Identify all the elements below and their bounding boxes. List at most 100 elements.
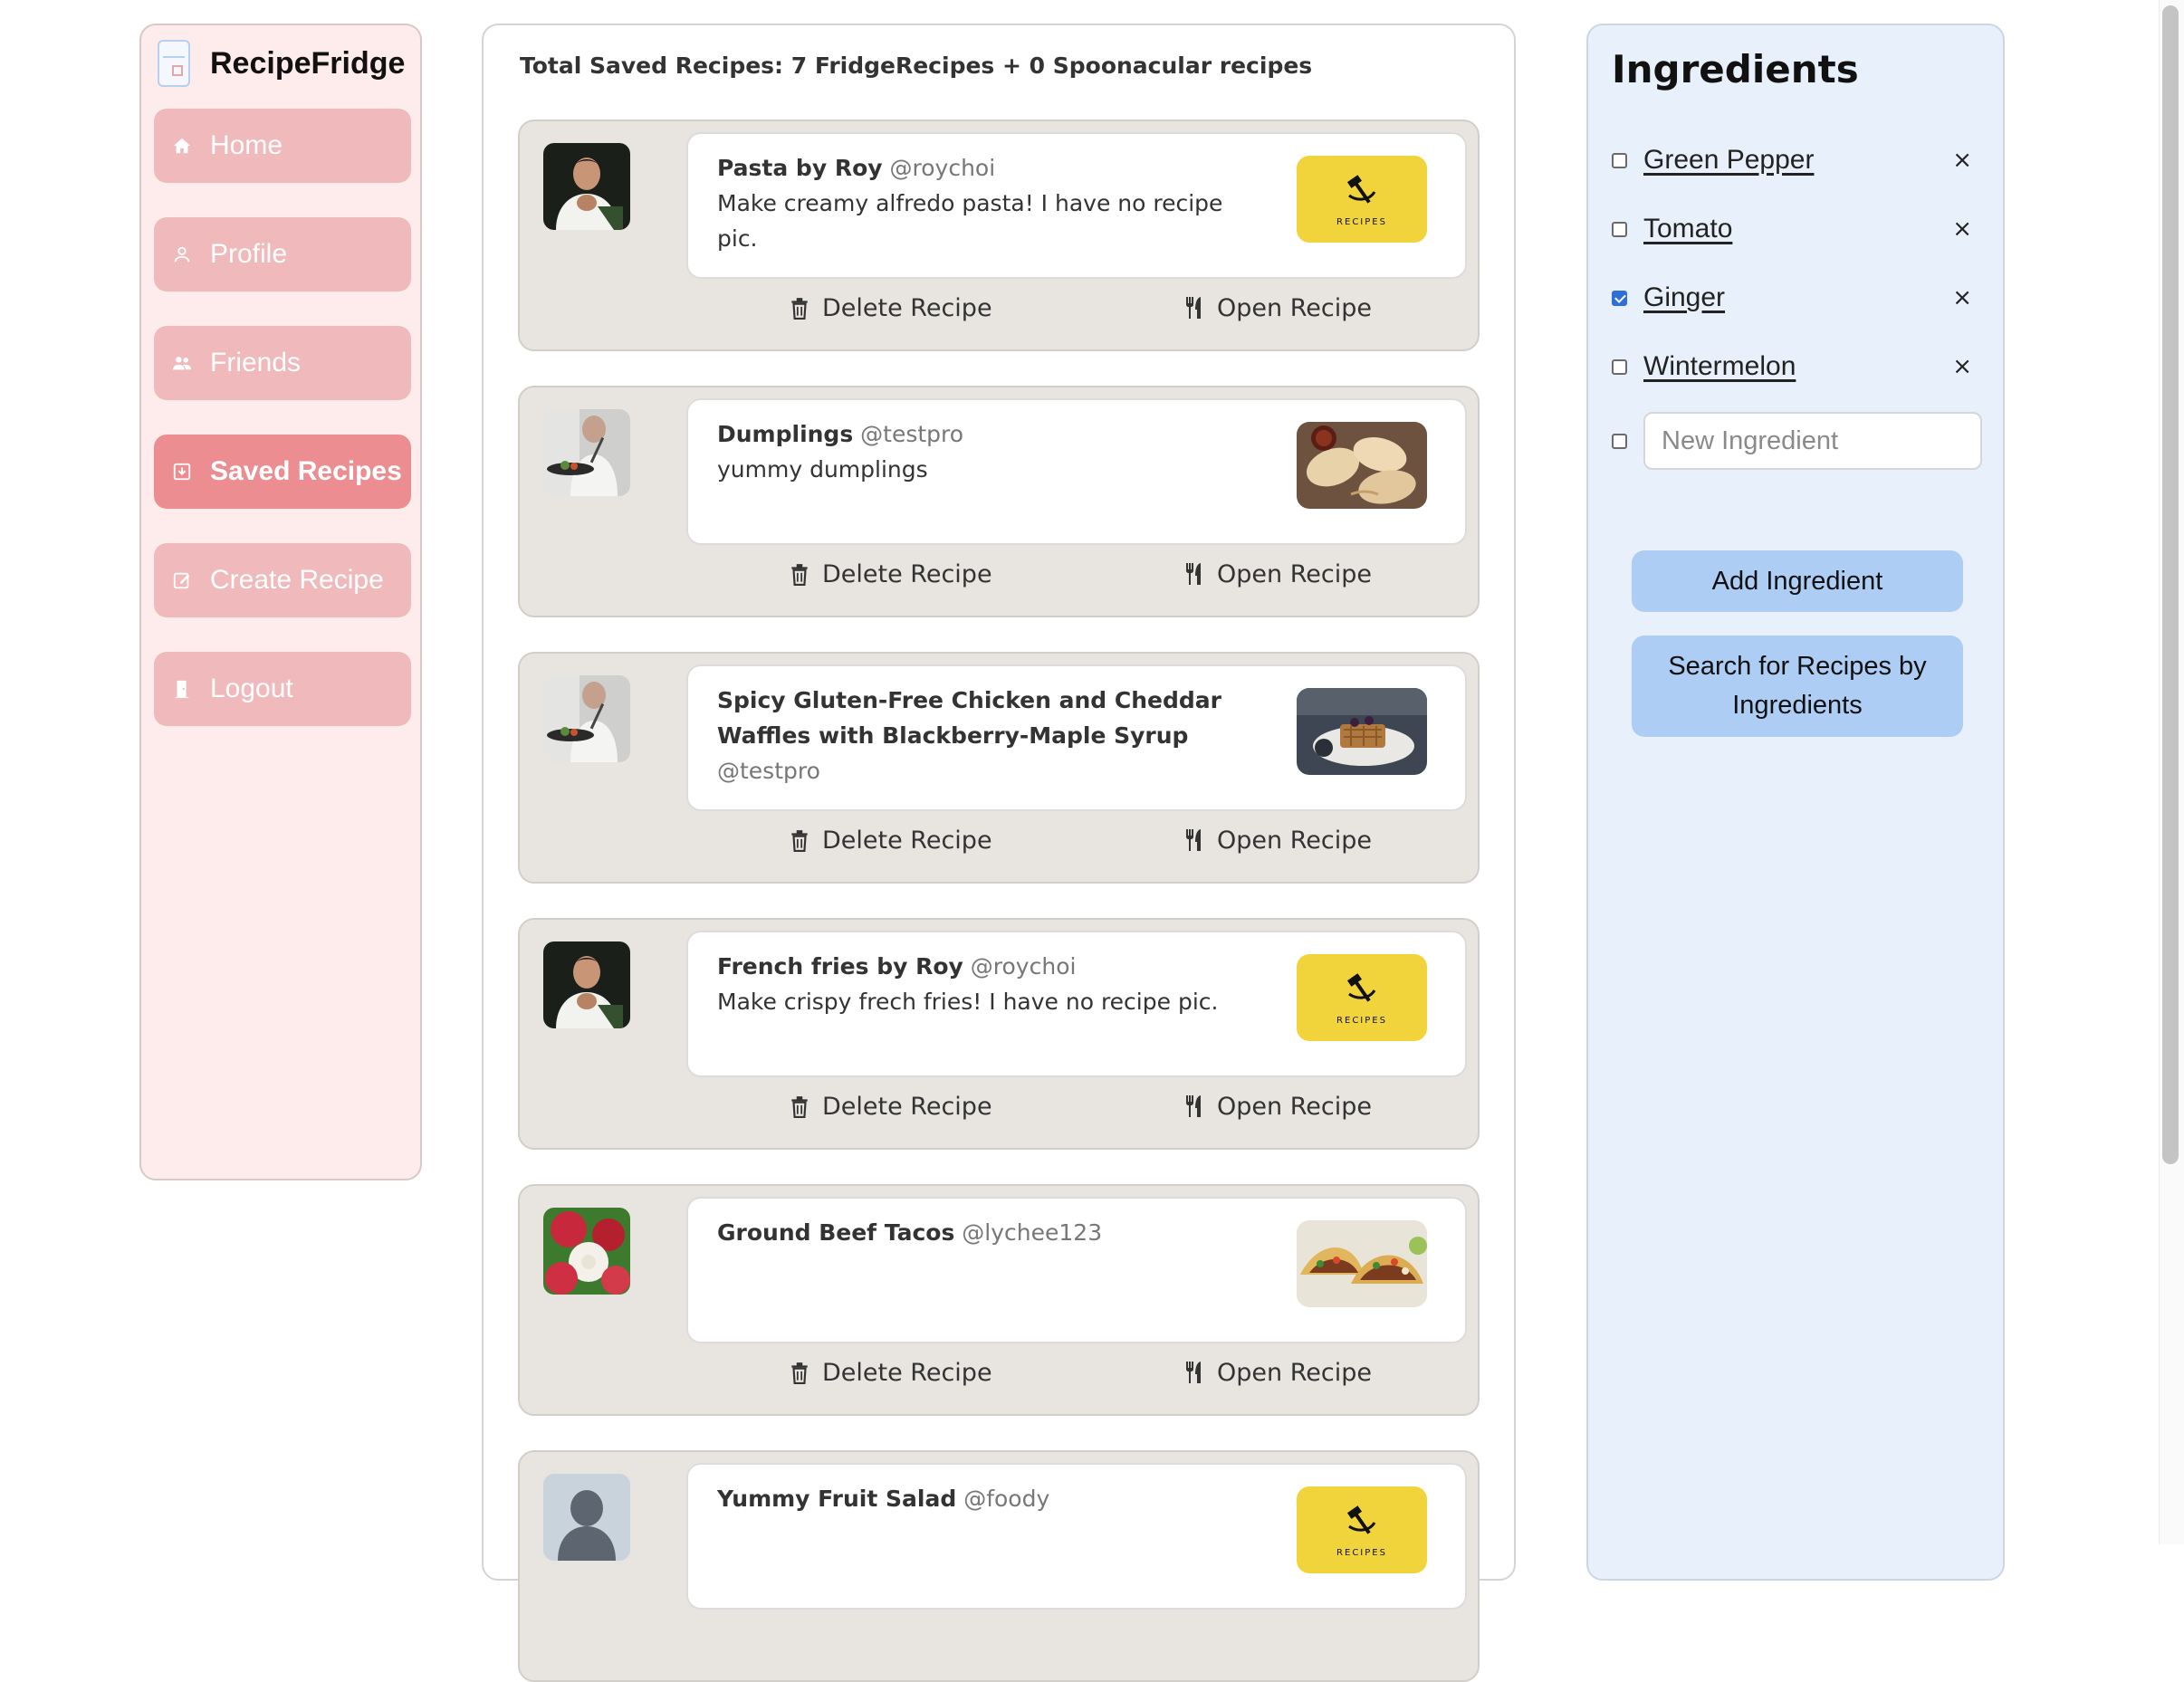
ingredients-title: Ingredients [1612, 47, 1859, 91]
recipes-logo-thumb[interactable]: RECIPES [1297, 156, 1427, 243]
sidebar-item-label: Saved Recipes [210, 456, 402, 486]
recipe-post[interactable]: Pasta by Roy @roychoi Make creamy alfred… [686, 132, 1467, 279]
open-recipe-button[interactable]: Open Recipe [1184, 1086, 1372, 1126]
recipes-logo-thumb[interactable]: RECIPES [1297, 1486, 1427, 1573]
open-recipe-button[interactable]: Open Recipe [1184, 288, 1372, 328]
delete-recipe-button[interactable]: Delete Recipe [790, 554, 992, 594]
sidebar-item-label: Home [210, 130, 283, 160]
delete-recipe-label: Delete Recipe [822, 559, 992, 588]
recipe-card: French fries by Roy @roychoi Make crispy… [518, 918, 1480, 1150]
remove-ingredient-icon[interactable]: × [1952, 147, 1972, 174]
open-recipe-button[interactable]: Open Recipe [1184, 1352, 1372, 1392]
recipe-post[interactable]: Spicy Gluten-Free Chicken and Cheddar Wa… [686, 664, 1467, 811]
sidebar-item-label: Logout [210, 674, 293, 703]
recipe-username[interactable]: @testpro [717, 758, 820, 784]
delete-recipe-button[interactable]: Delete Recipe [790, 1352, 992, 1392]
waffles-photo[interactable] [1297, 688, 1427, 775]
trash-icon [791, 298, 808, 320]
recipe-title[interactable]: Pasta by Roy [717, 155, 883, 181]
home-icon [170, 134, 194, 158]
open-recipe-button[interactable]: Open Recipe [1184, 820, 1372, 860]
recipe-username[interactable]: @testpro [860, 421, 963, 447]
recipe-title[interactable]: Dumplings [717, 421, 853, 447]
delete-recipe-button[interactable]: Delete Recipe [790, 288, 992, 328]
new-ingredient-checkbox[interactable] [1612, 433, 1627, 449]
sidebar: RecipeFridge Home Profile Friends Saved … [139, 24, 422, 1180]
delete-recipe-label: Delete Recipe [822, 826, 992, 855]
tacos-photo[interactable] [1297, 1220, 1427, 1307]
chef-roy-avatar[interactable] [543, 143, 630, 230]
remove-ingredient-icon[interactable]: × [1952, 215, 1972, 243]
ingredient-checkbox[interactable] [1612, 221, 1627, 237]
sidebar-item-create-recipe[interactable]: Create Recipe [154, 543, 411, 617]
recipe-title[interactable]: Ground Beef Tacos [717, 1219, 954, 1246]
page-scrollbar-thumb[interactable] [2162, 5, 2179, 1164]
sidebar-item-saved-recipes[interactable]: Saved Recipes [154, 435, 411, 509]
recipes-logo-thumb[interactable]: RECIPES [1297, 954, 1427, 1041]
ingredient-name[interactable]: Ginger [1643, 282, 1725, 313]
recipe-card: Pasta by Roy @roychoi Make creamy alfred… [518, 119, 1480, 351]
svg-text:RECIPES: RECIPES [1336, 1016, 1387, 1026]
sidebar-item-home[interactable]: Home [154, 109, 411, 183]
recipe-post[interactable]: French fries by Roy @roychoi Make crispy… [686, 931, 1467, 1077]
open-recipe-button[interactable]: Open Recipe [1184, 554, 1372, 594]
trash-icon [791, 1362, 808, 1384]
sidebar-item-label: Friends [210, 348, 302, 377]
saved-icon [170, 460, 194, 483]
recipe-post[interactable]: Ground Beef Tacos @lychee123 [686, 1197, 1467, 1343]
new-ingredient-input[interactable] [1643, 412, 1982, 470]
delete-recipe-button[interactable]: Delete Recipe [790, 1086, 992, 1126]
edit-icon [170, 569, 194, 592]
remove-ingredient-icon[interactable]: × [1952, 353, 1972, 380]
chef-cooking-avatar[interactable] [543, 409, 630, 496]
recipe-username[interactable]: @roychoi [890, 155, 996, 181]
ingredient-checkbox[interactable] [1612, 152, 1627, 168]
recipe-username[interactable]: @lychee123 [962, 1219, 1102, 1246]
open-recipe-label: Open Recipe [1217, 826, 1372, 855]
ingredient-name[interactable]: Wintermelon [1643, 351, 1796, 382]
app-name: RecipeFridge [210, 45, 406, 81]
ingredient-checkbox[interactable] [1612, 290, 1627, 306]
search-recipes-button[interactable]: Search for Recipes by Ingredients [1632, 636, 1963, 737]
ingredient-row: Wintermelon × [1612, 344, 1983, 389]
sidebar-item-logout[interactable]: Logout [154, 652, 411, 726]
recipe-title[interactable]: French fries by Roy [717, 953, 963, 980]
recipe-post[interactable]: Yummy Fruit Salad @foody RECIPES [686, 1463, 1467, 1610]
lychee-avatar[interactable] [543, 1208, 630, 1295]
recipe-description: yummy dumplings [717, 456, 928, 483]
ingredient-name[interactable]: Tomato [1643, 214, 1732, 244]
brand[interactable]: RecipeFridge [158, 38, 405, 89]
recipe-title[interactable]: Spicy Gluten-Free Chicken and Cheddar Wa… [717, 687, 1221, 749]
trash-icon [791, 830, 808, 852]
delete-recipe-label: Delete Recipe [822, 1358, 992, 1387]
chef-cooking-avatar[interactable] [543, 675, 630, 762]
ingredient-name[interactable]: Green Pepper [1643, 145, 1814, 176]
recipe-post[interactable]: Dumplings @testpro yummy dumplings [686, 398, 1467, 545]
total-saved-recipes: Total Saved Recipes: 7 FridgeRecipes + 0… [520, 53, 1313, 79]
saved-recipes-feed: Total Saved Recipes: 7 FridgeRecipes + 0… [482, 24, 1516, 1682]
recipe-username[interactable]: @foody [963, 1486, 1049, 1512]
user-icon [170, 243, 194, 266]
open-recipe-label: Open Recipe [1217, 1358, 1372, 1387]
add-ingredient-button[interactable]: Add Ingredient [1632, 550, 1963, 612]
recipe-description: Make creamy alfredo pasta! I have no rec… [717, 190, 1223, 252]
ingredient-row: Ginger × [1612, 275, 1983, 320]
remove-ingredient-icon[interactable]: × [1952, 284, 1972, 311]
open-recipe-label: Open Recipe [1217, 293, 1372, 322]
delete-recipe-button[interactable]: Delete Recipe [790, 820, 992, 860]
svg-text:RECIPES: RECIPES [1336, 217, 1387, 227]
recipe-username[interactable]: @roychoi [971, 953, 1077, 980]
sidebar-item-friends[interactable]: Friends [154, 326, 411, 400]
recipe-description: Make crispy frech fries! I have no recip… [717, 989, 1219, 1015]
open-recipe-label: Open Recipe [1217, 559, 1372, 588]
new-ingredient-row [1612, 411, 1983, 471]
ingredient-checkbox[interactable] [1612, 358, 1627, 375]
logout-icon [170, 677, 194, 701]
default-person-avatar[interactable] [543, 1474, 630, 1561]
chef-roy-avatar[interactable] [543, 941, 630, 1028]
dumplings-photo[interactable] [1297, 422, 1427, 509]
utensils-icon [1186, 563, 1201, 585]
utensils-icon [1186, 1362, 1201, 1383]
recipe-title[interactable]: Yummy Fruit Salad [717, 1486, 956, 1512]
sidebar-item-profile[interactable]: Profile [154, 217, 411, 291]
